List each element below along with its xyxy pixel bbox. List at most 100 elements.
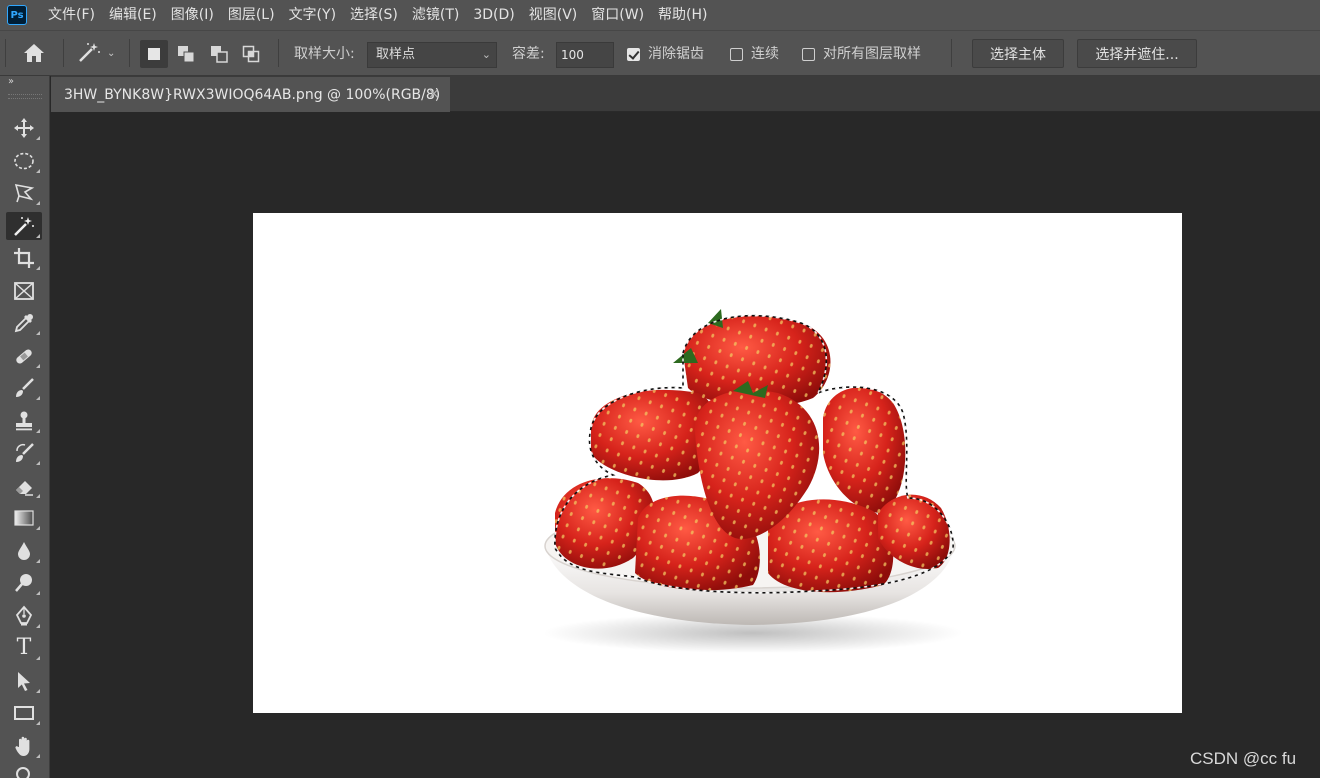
subtract-selection-icon <box>211 46 228 63</box>
magic-wand-tool-button[interactable] <box>6 212 42 240</box>
type-tool-button[interactable]: T <box>6 634 42 662</box>
polygonal-lasso-tool-button[interactable] <box>6 179 42 207</box>
menu-help[interactable]: 帮助(H) <box>651 0 714 30</box>
sample-all-layers-checkbox[interactable] <box>802 48 815 61</box>
gradient-icon <box>14 510 34 526</box>
chevron-down-icon: ⌄ <box>107 47 116 59</box>
menu-view[interactable]: 视图(V) <box>522 0 585 30</box>
tolerance-input[interactable]: 100 <box>556 42 614 68</box>
crop-icon <box>14 248 34 268</box>
frame-icon <box>14 282 34 300</box>
select-and-mask-button[interactable]: 选择并遮住... <box>1077 39 1197 68</box>
stamp-icon <box>16 411 32 431</box>
pen-icon <box>15 605 33 626</box>
tools-panel: ›› T <box>0 76 50 778</box>
bandage-icon <box>16 349 32 364</box>
intersect-selection-button[interactable] <box>237 40 265 68</box>
dodge-tool-button[interactable] <box>6 569 42 597</box>
spot-healing-brush-tool-button[interactable] <box>6 342 42 370</box>
menu-bar: Ps 文件(F) 编辑(E) 图像(I) 图层(L) 文字(Y) 选择(S) 滤… <box>0 0 1320 30</box>
antialias-checkbox[interactable] <box>627 48 640 61</box>
antialias-label: 消除锯齿 <box>648 46 704 62</box>
hand-tool-button[interactable] <box>6 732 42 760</box>
options-bar: ⌄ 取样大小: 取样点 ⌄ 容差: 100 消除锯齿 连续 对所有图层取样 选择… <box>0 30 1320 76</box>
eyedropper-icon <box>14 314 33 333</box>
document-tab-title: 3HW_BYNK8W}RWX3WIOQ64AB.png @ 100%(RGB/8… <box>64 86 441 103</box>
menu-select[interactable]: 选择(S) <box>343 0 405 30</box>
subtract-from-selection-button[interactable] <box>205 40 233 68</box>
menu-layer[interactable]: 图层(L) <box>221 0 282 30</box>
eyedropper-tool-button[interactable] <box>6 309 42 337</box>
home-button[interactable] <box>22 31 46 75</box>
sample-all-layers-label: 对所有图层取样 <box>823 46 921 62</box>
rectangle-icon <box>14 706 34 720</box>
close-icon[interactable]: × <box>428 86 440 102</box>
magic-wand-icon <box>79 43 100 62</box>
add-selection-icon <box>178 46 195 63</box>
eraser-tool-button[interactable] <box>6 472 42 500</box>
home-icon <box>24 44 44 62</box>
collapse-panel-icon[interactable]: ›› <box>8 76 14 87</box>
document-tab[interactable]: 3HW_BYNK8W}RWX3WIOQ64AB.png @ 100%(RGB/8… <box>51 77 450 112</box>
new-selection-button[interactable] <box>140 40 168 68</box>
menu-type[interactable]: 文字(Y) <box>282 0 343 30</box>
magic-wand-icon <box>14 217 34 236</box>
menu-window[interactable]: 窗口(W) <box>584 0 651 30</box>
watermark: CSDN @cc fu <box>1190 749 1297 768</box>
menu-edit[interactable]: 编辑(E) <box>102 0 164 30</box>
move-icon <box>14 118 34 138</box>
brush-icon <box>16 378 34 397</box>
intersect-selection-icon <box>242 45 260 63</box>
elliptical-marquee-icon <box>14 152 34 170</box>
divider <box>951 39 952 67</box>
new-selection-icon <box>148 48 160 60</box>
tool-preset-picker[interactable]: ⌄ <box>77 31 115 75</box>
panel-grip[interactable] <box>8 94 42 99</box>
frame-tool-button[interactable] <box>6 277 42 305</box>
divider <box>278 39 279 67</box>
select-subject-button[interactable]: 选择主体 <box>972 39 1064 68</box>
photoshop-logo[interactable]: Ps <box>7 5 27 25</box>
history-brush-tool-button[interactable] <box>6 439 42 467</box>
contiguous-checkbox[interactable] <box>730 48 743 61</box>
divider <box>129 39 130 67</box>
tolerance-label: 容差: <box>512 46 545 62</box>
history-brush-icon <box>16 443 34 462</box>
path-selection-tool-button[interactable] <box>6 667 42 695</box>
polygonal-lasso-icon <box>14 183 35 203</box>
move-tool-button[interactable] <box>6 114 42 142</box>
sample-size-select[interactable]: 取样点 ⌄ <box>367 42 497 68</box>
menu-file[interactable]: 文件(F) <box>41 0 102 30</box>
document-canvas[interactable] <box>253 213 1182 713</box>
brush-tool-button[interactable] <box>6 374 42 402</box>
canvas-workspace[interactable] <box>51 112 1320 778</box>
menu-3d[interactable]: 3D(D) <box>466 0 521 30</box>
divider <box>5 39 6 67</box>
add-to-selection-button[interactable] <box>172 40 200 68</box>
dodge-icon <box>15 574 32 592</box>
chevron-down-icon: ⌄ <box>481 48 491 61</box>
sample-size-value: 取样点 <box>376 47 416 62</box>
strawberry <box>823 387 906 513</box>
contiguous-label: 连续 <box>751 46 779 62</box>
path-selection-arrow-icon <box>18 672 30 691</box>
divider <box>63 39 64 67</box>
clone-stamp-tool-button[interactable] <box>6 407 42 435</box>
elliptical-marquee-tool-button[interactable] <box>6 147 42 175</box>
rectangle-tool-button[interactable] <box>6 699 42 727</box>
hand-icon <box>15 736 30 756</box>
type-icon: T <box>16 635 32 660</box>
zoom-tool-button[interactable] <box>6 764 42 778</box>
pen-tool-button[interactable] <box>6 602 42 630</box>
strawberry-plate-image <box>543 309 963 653</box>
gradient-tool-button[interactable] <box>6 504 42 532</box>
crop-tool-button[interactable] <box>6 244 42 272</box>
menu-filter[interactable]: 滤镜(T) <box>405 0 466 30</box>
eraser-icon <box>16 481 33 496</box>
droplet-icon <box>18 542 30 560</box>
zoom-icon <box>16 767 30 778</box>
sample-size-label: 取样大小: <box>294 46 355 62</box>
menu-image[interactable]: 图像(I) <box>164 0 221 30</box>
document-tab-bar: 3HW_BYNK8W}RWX3WIOQ64AB.png @ 100%(RGB/8… <box>51 76 1320 112</box>
blur-tool-button[interactable] <box>6 537 42 565</box>
